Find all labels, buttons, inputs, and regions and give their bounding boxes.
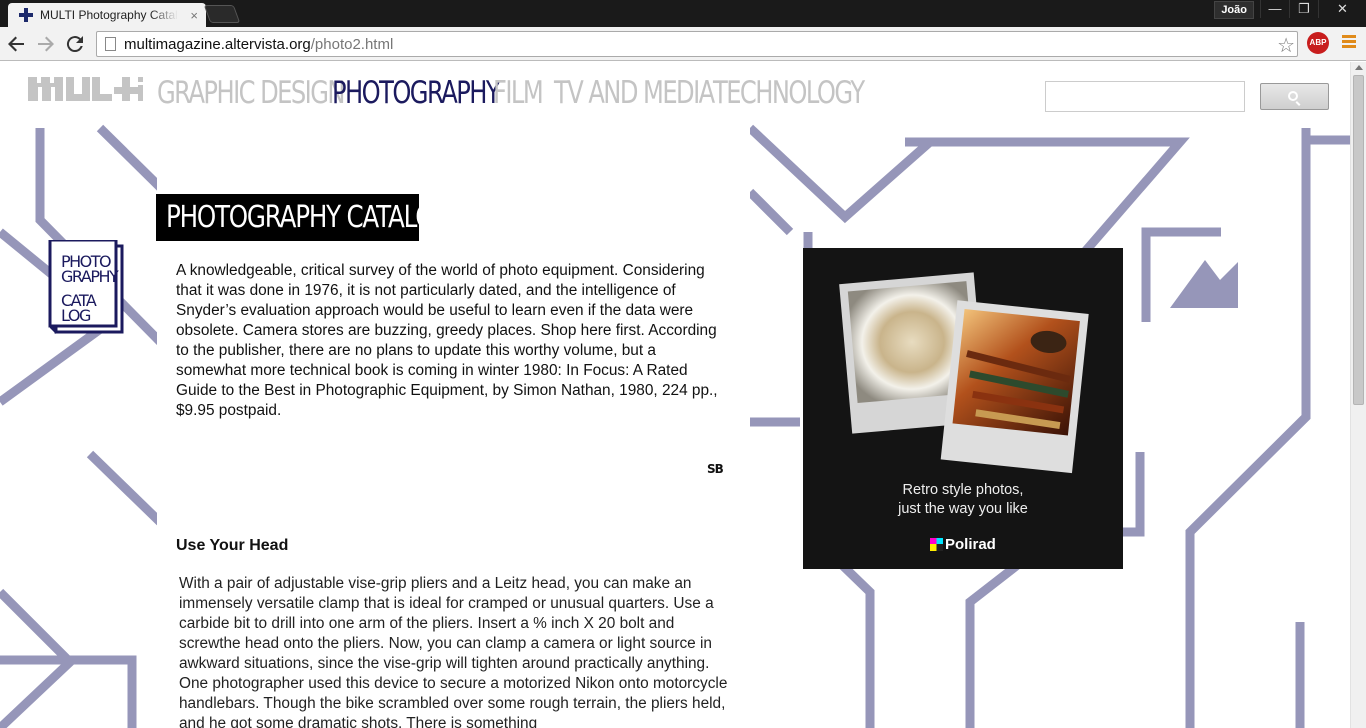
author-signature: SB (707, 462, 724, 476)
ad-caption: Retro style photos, just the way you lik… (898, 482, 1028, 517)
book-icon: PHOTO GRAPHY CATA LOG (48, 240, 124, 334)
polirad-advertisement[interactable]: Retro style photos, just the way you lik… (803, 248, 1123, 569)
search-icon (1288, 90, 1298, 101)
back-button[interactable] (4, 32, 28, 56)
page-scrollbar[interactable] (1350, 62, 1366, 728)
adblock-plus-icon[interactable]: ABP (1307, 32, 1329, 54)
arrow-left-icon (8, 36, 24, 52)
close-window-button[interactable]: ✕ (1318, 0, 1366, 18)
tab-close-icon[interactable]: × (190, 8, 198, 23)
book-label-4: LOG (61, 306, 91, 325)
address-bar[interactable]: multimagazine.altervista.org/photo2.html… (96, 31, 1298, 57)
book-label-2: GRAPHY (61, 267, 119, 286)
tab-title: MULTI Photography Catal (40, 8, 178, 22)
scroll-thumb[interactable] (1353, 75, 1364, 405)
article-body: A knowledgeable, critical survey of the … (176, 262, 718, 419)
browser-toolbar: multimagazine.altervista.org/photo2.html… (0, 27, 1366, 61)
main-navigation: GRAPHIC DESIGN PHOTOGRAPHY FILM TV AND M… (157, 76, 865, 110)
search-button[interactable] (1260, 83, 1329, 110)
chrome-menu-icon[interactable] (1342, 35, 1356, 51)
new-tab-button[interactable] (203, 5, 241, 23)
page-title: PHOTOGRAPHY CATALOG (156, 194, 452, 241)
nav-item-photography[interactable]: PHOTOGRAPHY (332, 76, 501, 110)
arrow-right-icon (38, 36, 54, 52)
ad-brand: Polirad (930, 536, 996, 553)
polirad-logo-icon (930, 538, 943, 551)
window-titlebar: MULTI Photography Catal × João — ❐ ✕ (0, 0, 1366, 27)
restore-button[interactable]: ❐ (1289, 0, 1318, 18)
multi-logo[interactable] (28, 77, 143, 107)
reload-icon (66, 36, 83, 53)
url-text: multimagazine.altervista.org/photo2.html (124, 35, 394, 53)
ad-photos-image (839, 272, 1089, 474)
forward-button[interactable] (34, 32, 58, 56)
page-icon (105, 37, 116, 51)
nav-item-film[interactable]: FILM (493, 76, 544, 110)
scroll-up-icon[interactable] (1355, 65, 1363, 70)
section-body: With a pair of adjustable vise-grip plie… (179, 575, 728, 728)
web-page: GRAPHIC DESIGN PHOTOGRAPHY FILM TV AND M… (0, 62, 1350, 728)
search-input[interactable] (1045, 81, 1245, 112)
bookmark-star-icon[interactable]: ☆ (1277, 33, 1295, 58)
minimize-button[interactable]: — (1260, 0, 1289, 18)
nav-item-technology[interactable]: TECHNOLOGY (713, 76, 865, 110)
nav-item-tv-and-media[interactable]: TV AND MEDIA (554, 76, 715, 110)
reload-button[interactable] (63, 32, 87, 56)
window-controls: — ❐ ✕ (1260, 0, 1366, 18)
nav-item-graphic-design[interactable]: GRAPHIC DESIGN (157, 76, 345, 110)
profile-button[interactable]: João (1214, 1, 1254, 19)
section-heading: Use Your Head (176, 537, 289, 554)
browser-tab[interactable]: MULTI Photography Catal × (8, 3, 206, 27)
site-favicon-icon (18, 7, 34, 23)
